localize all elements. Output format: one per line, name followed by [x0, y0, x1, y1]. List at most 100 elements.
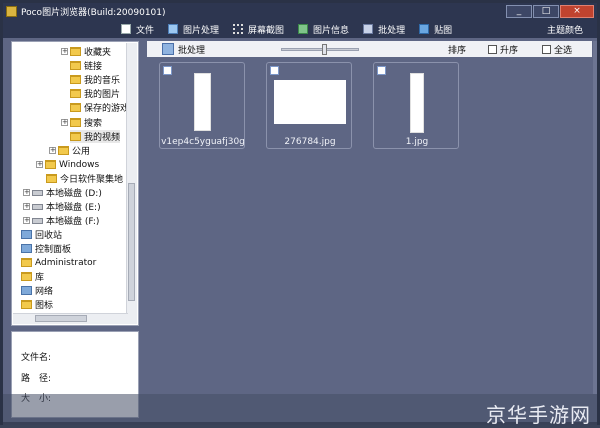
tree-item-administrator[interactable]: Administrator: [21, 256, 96, 269]
toolbar-paste-image[interactable]: 贴图: [419, 23, 452, 36]
scrollbar-thumb[interactable]: [128, 183, 135, 301]
folder-icon: [70, 61, 81, 70]
main-toolbar: 文件 图片处理 屏幕截图 图片信息 批处理 贴图 主题颜色: [3, 20, 597, 38]
folder-icon: [70, 89, 81, 98]
tree-item-label: 本地磁盘 (D:): [46, 189, 102, 199]
toolbar-image-process[interactable]: 图片处理: [168, 23, 219, 36]
thumbnail-item[interactable]: 1.jpg: [373, 62, 459, 149]
toolbar-file-label: 文件: [136, 25, 155, 36]
grid-scrollbar[interactable]: [593, 41, 597, 394]
tree-item-drive-d[interactable]: + 本地磁盘 (D:): [23, 186, 102, 199]
ascending-label: 升序: [499, 45, 518, 56]
tree-item-label: 网络: [35, 287, 54, 297]
toolbar-screenshot-label: 屏幕截图: [248, 25, 285, 36]
tree-expander[interactable]: +: [23, 217, 30, 224]
title-bar[interactable]: Poco图片浏览器(Build:20090101) _ □ ×: [3, 3, 597, 20]
tree-expander[interactable]: +: [61, 119, 68, 126]
folder-icon: [58, 146, 69, 155]
tree-item-label: Windows: [59, 159, 100, 170]
select-all-label: 全选: [553, 45, 572, 56]
paste-image-icon: [419, 24, 430, 34]
tree-item-label: 图标: [35, 301, 54, 311]
tree-item-my-pictures[interactable]: 我的图片: [70, 87, 120, 100]
thumbnail-checkbox[interactable]: [270, 66, 279, 75]
close-button[interactable]: ×: [560, 5, 594, 18]
tree-item-public[interactable]: + 公用: [49, 144, 90, 157]
tree-item-drive-f[interactable]: + 本地磁盘 (F:): [23, 214, 99, 227]
toolbar-image-info[interactable]: 图片信息: [298, 23, 349, 36]
scrollbar-thumb[interactable]: [35, 315, 87, 322]
batch-process-label: 批处理: [178, 45, 206, 56]
thumbnail-filename: 276784.jpg: [284, 137, 336, 147]
tree-item-label: 保存的游戏: [84, 104, 130, 114]
theme-color-button[interactable]: 主题颜色: [547, 23, 583, 36]
tree-item-label: 今日软件聚集地: [60, 175, 124, 185]
folder-icon: [70, 132, 81, 141]
batch-icon: [162, 43, 174, 55]
toolbar-image-info-label: 图片信息: [313, 25, 350, 36]
tree-horizontal-scrollbar[interactable]: [13, 313, 128, 324]
checkbox-box[interactable]: [541, 44, 551, 54]
tree-item-control-panel[interactable]: 控制面板: [21, 242, 71, 255]
batch-icon: [363, 24, 374, 34]
toolbar-paste-image-label: 贴图: [434, 25, 453, 36]
tree-expander[interactable]: +: [23, 189, 30, 196]
toolbar-batch-label: 批处理: [378, 25, 406, 36]
tree-item-label: 本地磁盘 (F:): [46, 217, 100, 227]
folder-icon: [70, 47, 81, 56]
toolbar-file[interactable]: 文件: [121, 23, 154, 36]
thumbnail-checkbox[interactable]: [377, 66, 386, 75]
tree-item-network[interactable]: 网络: [21, 284, 53, 297]
tree-item-label: 公用: [72, 147, 91, 157]
tree-vertical-scrollbar[interactable]: [126, 43, 137, 324]
tree-item-links[interactable]: 链接: [70, 59, 102, 72]
tree-item-label: 库: [35, 273, 45, 283]
tree-item-drive-e[interactable]: + 本地磁盘 (E:): [23, 200, 101, 213]
tree-item-icons[interactable]: 图标: [21, 298, 53, 311]
maximize-button[interactable]: □: [533, 5, 559, 18]
tree-item-favorites[interactable]: + 收藏夹: [61, 45, 111, 58]
tree-expander[interactable]: +: [61, 48, 68, 55]
folder-icon: [46, 174, 57, 183]
ascending-checkbox[interactable]: 升序: [487, 43, 518, 56]
batch-process-button[interactable]: 批处理: [162, 43, 205, 56]
checkbox-box[interactable]: [487, 44, 497, 54]
tree-item-windows[interactable]: + Windows: [36, 158, 99, 171]
window-title: Poco图片浏览器(Build:20090101): [21, 8, 166, 18]
drive-icon: [32, 189, 43, 196]
tree-expander[interactable]: +: [23, 203, 30, 210]
tree-item-my-music[interactable]: 我的音乐: [70, 73, 120, 86]
folder-tree[interactable]: + 收藏夹 链接 我的音乐 我的图片 保存的游戏 + 搜索 我的视频 + 公用 …: [11, 41, 139, 326]
tree-item-software-hub[interactable]: 今日软件聚集地: [46, 172, 123, 185]
info-path-label: 路 径:: [21, 374, 52, 384]
tree-item-recycle-bin[interactable]: 回收站: [21, 228, 62, 241]
select-all-checkbox[interactable]: 全选: [541, 43, 572, 56]
tree-item-my-videos[interactable]: 我的视频: [70, 130, 121, 143]
thumbnail-image: [410, 73, 424, 133]
thumbnail-item[interactable]: v1ep4c5yguafj30g: [159, 62, 245, 149]
tree-item-saved-games[interactable]: 保存的游戏: [70, 101, 129, 114]
sort-button[interactable]: 排序: [448, 43, 466, 56]
tree-expander[interactable]: +: [36, 161, 43, 168]
tree-item-label: 我的视频: [84, 133, 121, 143]
minimize-button[interactable]: _: [506, 5, 532, 18]
file-icon: [121, 24, 131, 34]
tree-item-library[interactable]: 库: [21, 270, 44, 283]
tree-item-label: Administrator: [35, 257, 97, 268]
thumbnail-size-slider[interactable]: [281, 43, 360, 55]
toolbar-screenshot[interactable]: 屏幕截图: [233, 23, 284, 36]
tree-item-searches[interactable]: + 搜索: [61, 116, 102, 129]
image-edit-icon: [168, 24, 179, 34]
thumbnail-checkbox[interactable]: [163, 66, 172, 75]
thumbnail-item[interactable]: 276784.jpg: [266, 62, 352, 149]
drive-icon: [32, 203, 43, 210]
image-info-icon: [298, 24, 309, 34]
slider-knob[interactable]: [322, 43, 328, 55]
toolbar-batch[interactable]: 批处理: [363, 23, 405, 36]
drive-icon: [32, 217, 43, 224]
library-icon: [21, 272, 32, 281]
folder-icon: [70, 103, 81, 112]
tree-expander[interactable]: +: [49, 147, 56, 154]
folder-icon: [70, 75, 81, 84]
thumbnail-grid[interactable]: v1ep4c5yguafj30g 276784.jpg 1.jpg: [147, 57, 592, 394]
